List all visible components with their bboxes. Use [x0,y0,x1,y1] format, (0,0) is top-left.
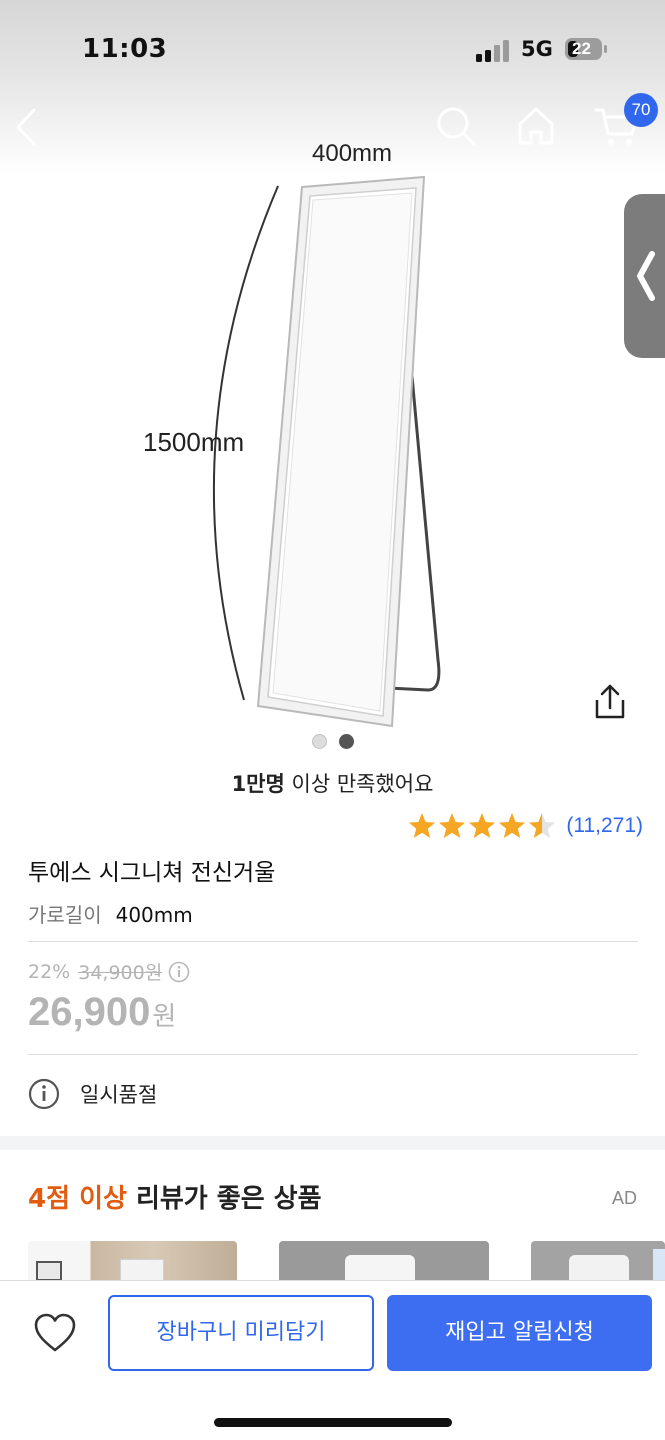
original-price: 34,900원 [78,962,163,984]
section-separator [0,1136,665,1150]
restock-alert-button[interactable]: 재입고 알림신청 [387,1295,652,1371]
chevron-left-icon [637,251,655,301]
network-type: 5G [521,37,553,61]
home-indicator [214,1418,452,1427]
option-value: 400mm [115,903,193,927]
divider [28,941,638,942]
option-label: 가로길이 [28,903,102,927]
recommended-product-thumb[interactable] [28,1241,237,1281]
satisfaction-text: 이상 만족했어요 [284,772,434,796]
home-icon[interactable] [516,104,556,148]
status-time: 11:03 [82,34,168,64]
product-title: 투에스 시그니쳐 전신거울 [28,860,276,886]
share-icon[interactable] [590,682,630,722]
ad-label: AD [611,1188,637,1208]
battery-icon: 22 [564,37,608,61]
bottom-action-bar: 장바구니 미리담기 재입고 알림신청 [0,1280,665,1440]
status-bar: 11:03 5G 22 [0,0,665,96]
discount-rate: 22% [28,960,71,983]
recommended-product-thumb[interactable] [279,1241,489,1281]
divider [28,1054,638,1055]
signal-icon [476,40,509,62]
pagination-dot-2-active[interactable] [339,734,354,749]
currency-unit: 원 [152,1002,177,1032]
recommended-product-thumb[interactable] [531,1241,665,1281]
review-count[interactable]: (11,271) [566,814,643,838]
width-dimension-label: 400mm [312,140,393,167]
height-dimension-label: 1500mm [143,427,245,457]
option-row: 가로길이 400mm [28,899,193,928]
search-icon[interactable] [434,104,478,148]
chevron-left-icon[interactable] [10,106,46,148]
rating-row[interactable]: (11,271) [408,810,643,842]
satisfaction-banner: 1만명 이상 만족했어요 [0,768,665,798]
stock-status: 일시품절 [80,1083,158,1107]
mirror-product-image [212,175,441,728]
image-pagination [310,734,360,750]
product-image-area[interactable]: 400mm 1500mm [0,0,665,760]
star-rating-icon [409,813,556,838]
satisfaction-count: 1만명 [231,772,285,796]
pagination-dot-1[interactable] [312,734,327,749]
recommendation-title-text: 리뷰가 좋은 상품 [126,1184,322,1214]
info-icon [28,1078,60,1110]
info-icon[interactable] [168,961,190,983]
price-row: 26,900 원 [28,990,176,1035]
recommendation-title: 4점 이상 리뷰가 좋은 상품 [28,1178,322,1215]
cart-count-badge: 70 [624,93,658,127]
stock-status-row: 일시품절 [28,1078,157,1110]
discount-row: 22% 34,900원 [28,958,190,985]
battery-level: 22 [572,39,591,58]
add-to-cart-button[interactable]: 장바구니 미리담기 [108,1295,374,1371]
recommendation-accent: 4점 이상 [28,1184,127,1214]
sale-price: 26,900 [28,990,151,1034]
heart-icon[interactable] [32,1310,78,1356]
